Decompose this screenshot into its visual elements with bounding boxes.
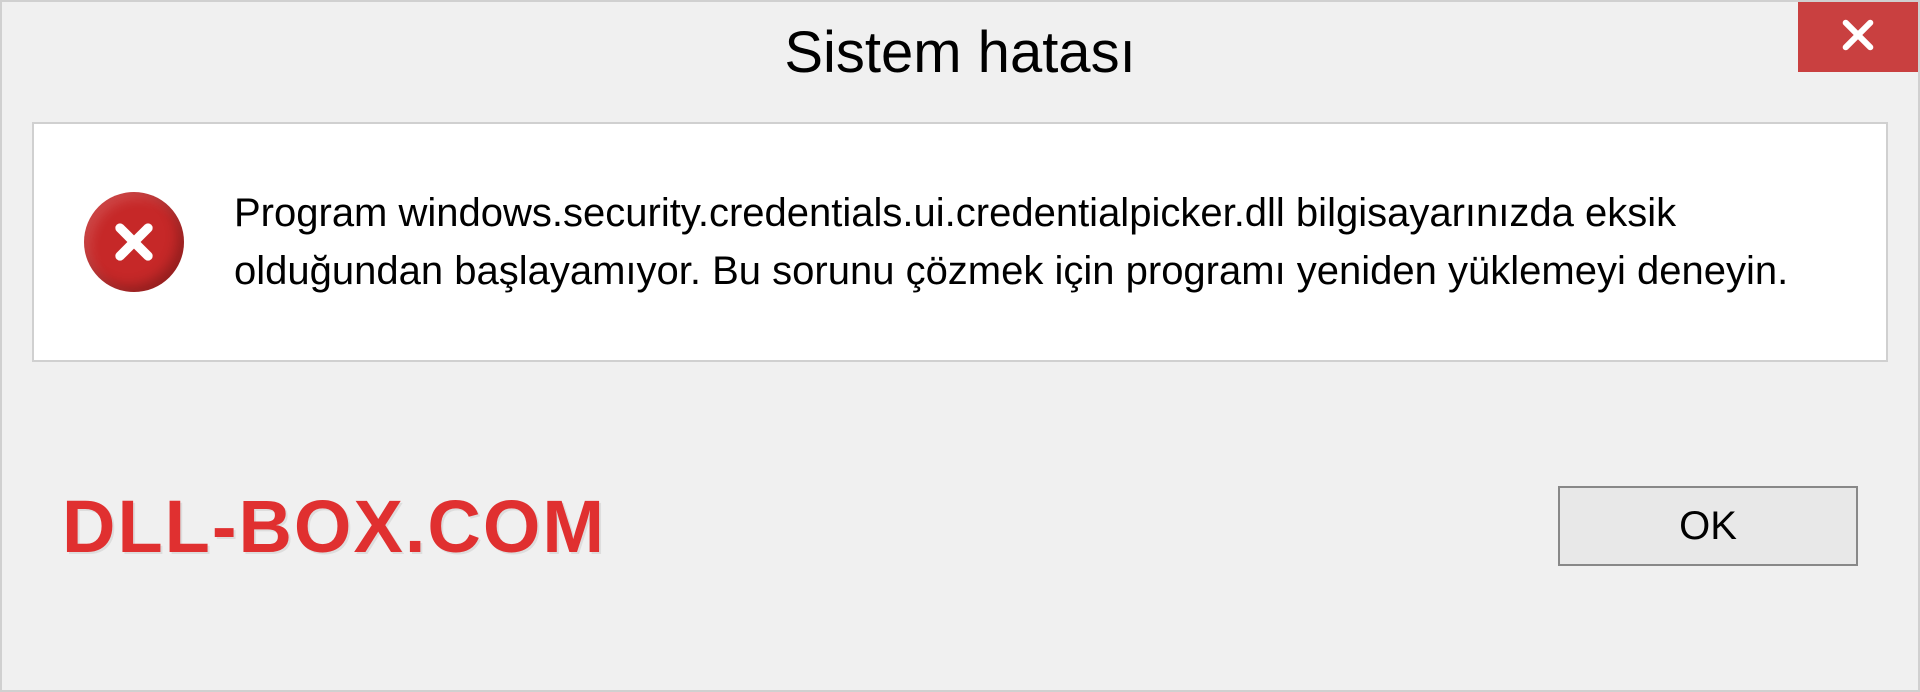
error-message: Program windows.security.credentials.ui.… — [234, 184, 1836, 300]
watermark-text: DLL-BOX.COM — [62, 484, 606, 569]
dialog-content: Program windows.security.credentials.ui.… — [32, 122, 1888, 362]
dialog-titlebar: Sistem hatası — [2, 2, 1918, 102]
ok-button[interactable]: OK — [1558, 486, 1858, 566]
error-circle-x-icon — [84, 192, 184, 292]
close-icon — [1837, 14, 1879, 61]
dialog-title: Sistem hatası — [784, 19, 1135, 86]
error-dialog: Sistem hatası Program windows.security.c… — [0, 0, 1920, 692]
close-button[interactable] — [1798, 2, 1918, 72]
dialog-footer: DLL-BOX.COM OK — [2, 362, 1918, 690]
ok-button-label: OK — [1679, 504, 1737, 549]
error-icon-container — [84, 184, 184, 292]
